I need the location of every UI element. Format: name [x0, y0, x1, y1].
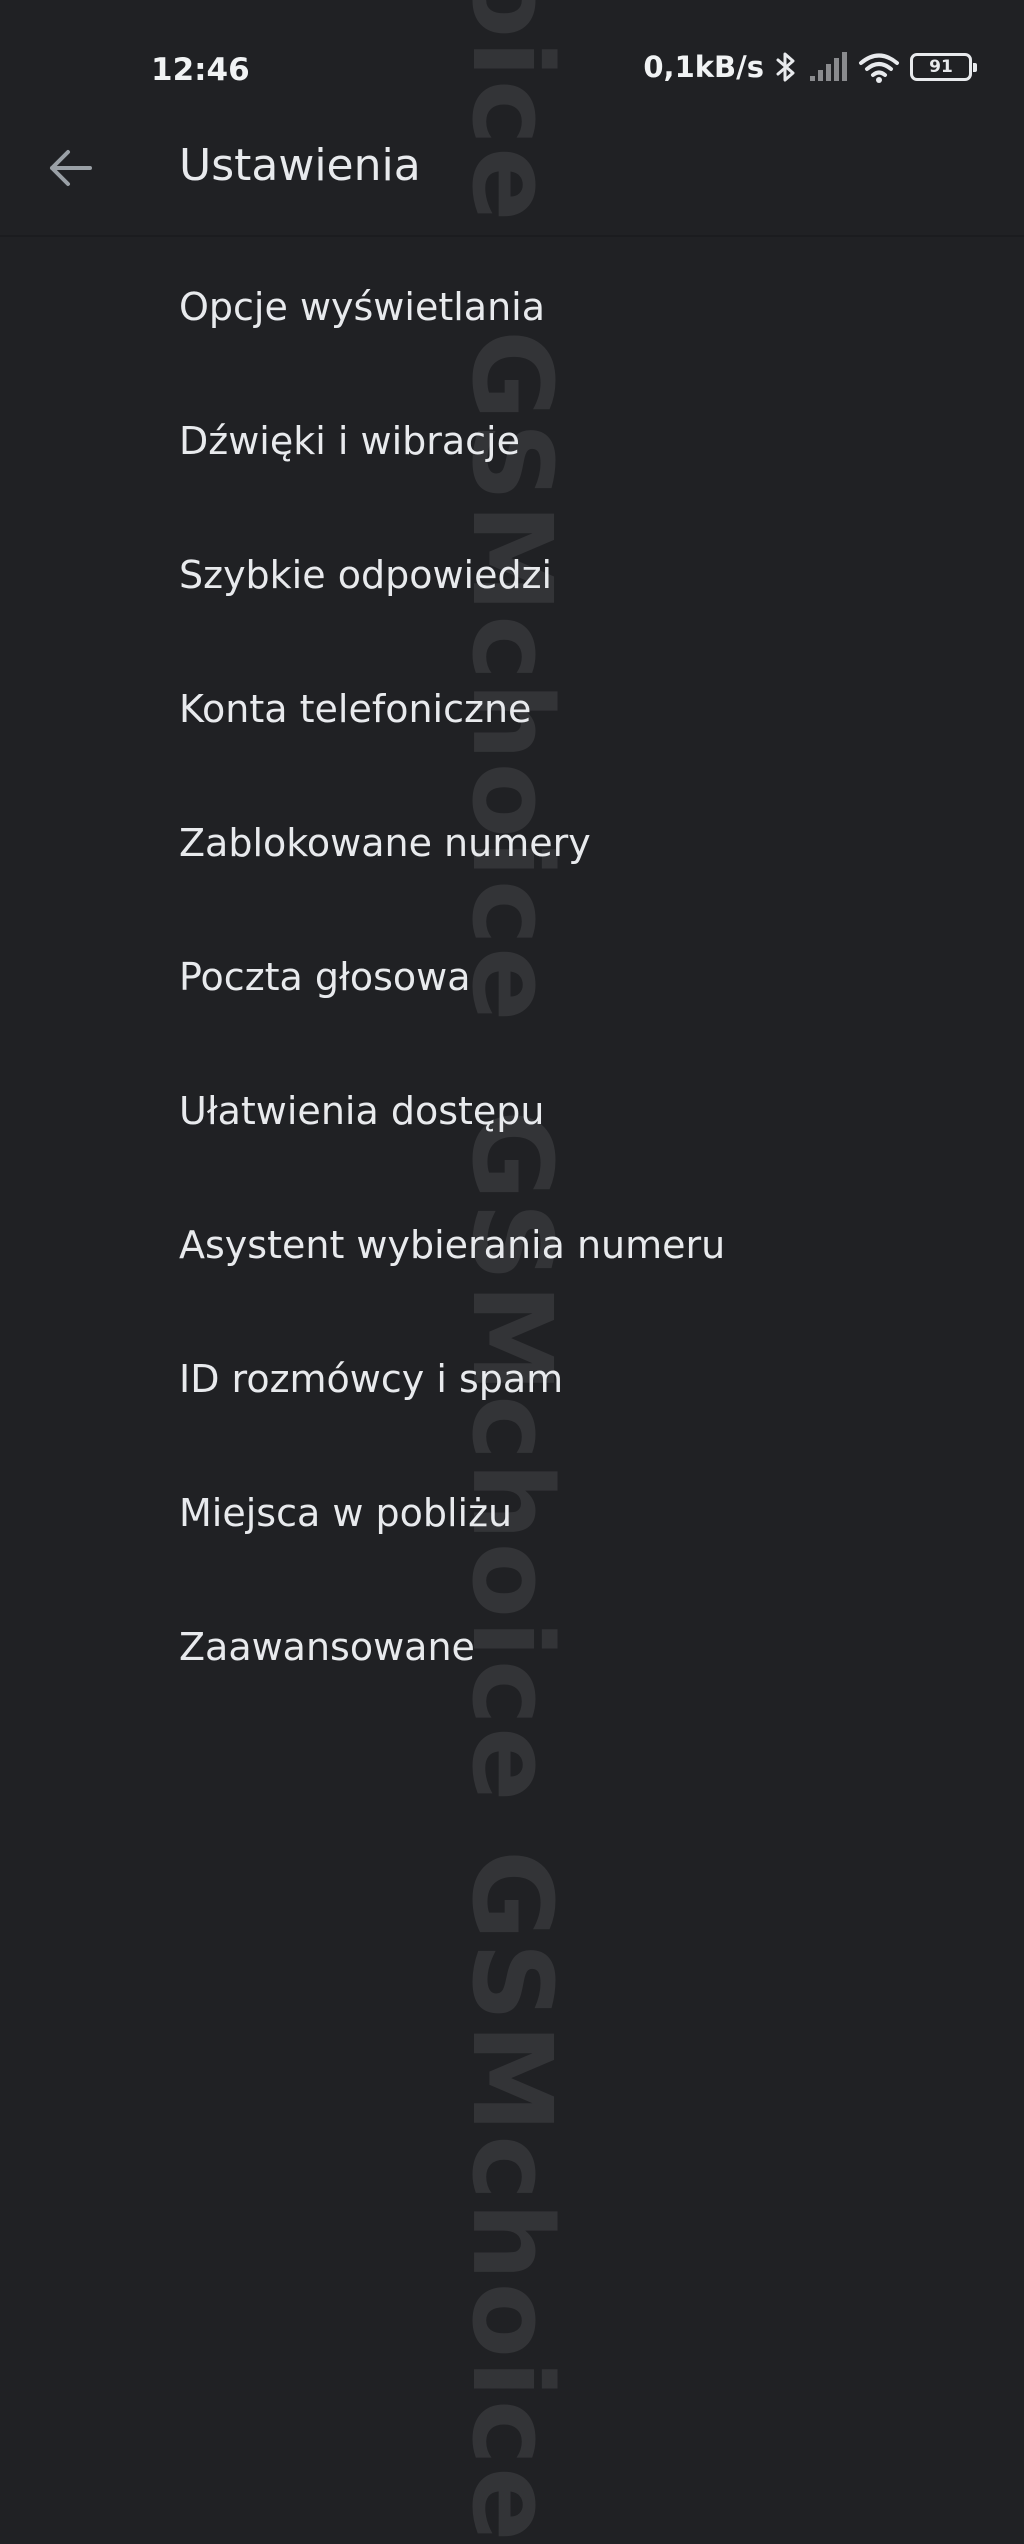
settings-item-calling-accounts[interactable]: Konta telefoniczne — [0, 642, 1024, 776]
settings-item-caller-id-spam[interactable]: ID rozmówcy i spam — [0, 1312, 1024, 1446]
settings-item-advanced[interactable]: Zaawansowane — [0, 1580, 1024, 1714]
wifi-icon — [858, 51, 900, 83]
bluetooth-icon — [774, 51, 798, 83]
settings-item-voicemail[interactable]: Poczta głosowa — [0, 910, 1024, 1044]
app-bar: Ustawienia — [0, 110, 1024, 237]
status-time: 12:46 — [151, 52, 250, 88]
watermark: GSMchoice — [448, 1850, 576, 2544]
network-speed: 0,1kB/s — [643, 50, 764, 84]
settings-item-nearby-places[interactable]: Miejsca w pobliżu — [0, 1446, 1024, 1580]
settings-item-quick-responses[interactable]: Szybkie odpowiedzi — [0, 508, 1024, 642]
status-icons: 0,1kB/s 91 — [643, 50, 977, 84]
settings-item-accessibility[interactable]: Ułatwienia dostępu — [0, 1044, 1024, 1178]
arrow-back-icon — [48, 148, 92, 193]
battery-level: 91 — [929, 57, 953, 77]
battery-icon: 91 — [910, 53, 977, 81]
page-title: Ustawienia — [179, 140, 421, 191]
settings-item-blocked-numbers[interactable]: Zablokowane numery — [0, 776, 1024, 910]
settings-item-dialing-assistant[interactable]: Asystent wybierania numeru — [0, 1178, 1024, 1312]
settings-item-display-options[interactable]: Opcje wyświetlania — [0, 240, 1024, 374]
settings-item-sounds-vibrations[interactable]: Dźwięki i wibracje — [0, 374, 1024, 508]
cellular-signal-icon — [808, 52, 848, 82]
back-button[interactable] — [32, 132, 108, 208]
settings-list: Opcje wyświetlania Dźwięki i wibracje Sz… — [0, 240, 1024, 1714]
watermark-text: GSMchoice — [448, 1850, 576, 2544]
